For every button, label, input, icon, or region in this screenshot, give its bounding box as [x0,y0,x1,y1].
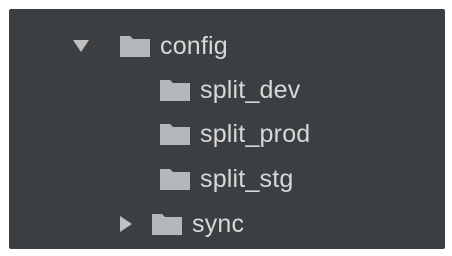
tree-item-label: split_dev [200,76,301,104]
tree-item-split-dev[interactable]: split_dev [159,70,300,110]
tree-item-sync[interactable]: sync [116,204,244,244]
tree-item-split-stg[interactable]: split_stg [159,159,294,199]
folder-icon [160,124,190,145]
tree-item-label: config [160,32,228,60]
chevron-down-icon[interactable] [71,36,91,56]
tree-item-label: split_prod [200,120,311,148]
folder-icon [160,80,190,101]
folder-icon [152,214,182,235]
tree-item-split-prod[interactable]: split_prod [159,114,310,154]
folder-icon [160,169,190,190]
chevron-right-icon[interactable] [116,214,136,234]
tree-item-config[interactable]: config [71,26,228,66]
project-tree-panel: config split_dev split_prod split_stg sy… [9,9,445,249]
folder-icon [120,36,150,57]
tree-item-label: sync [192,210,245,238]
tree-item-label: split_stg [200,165,294,193]
